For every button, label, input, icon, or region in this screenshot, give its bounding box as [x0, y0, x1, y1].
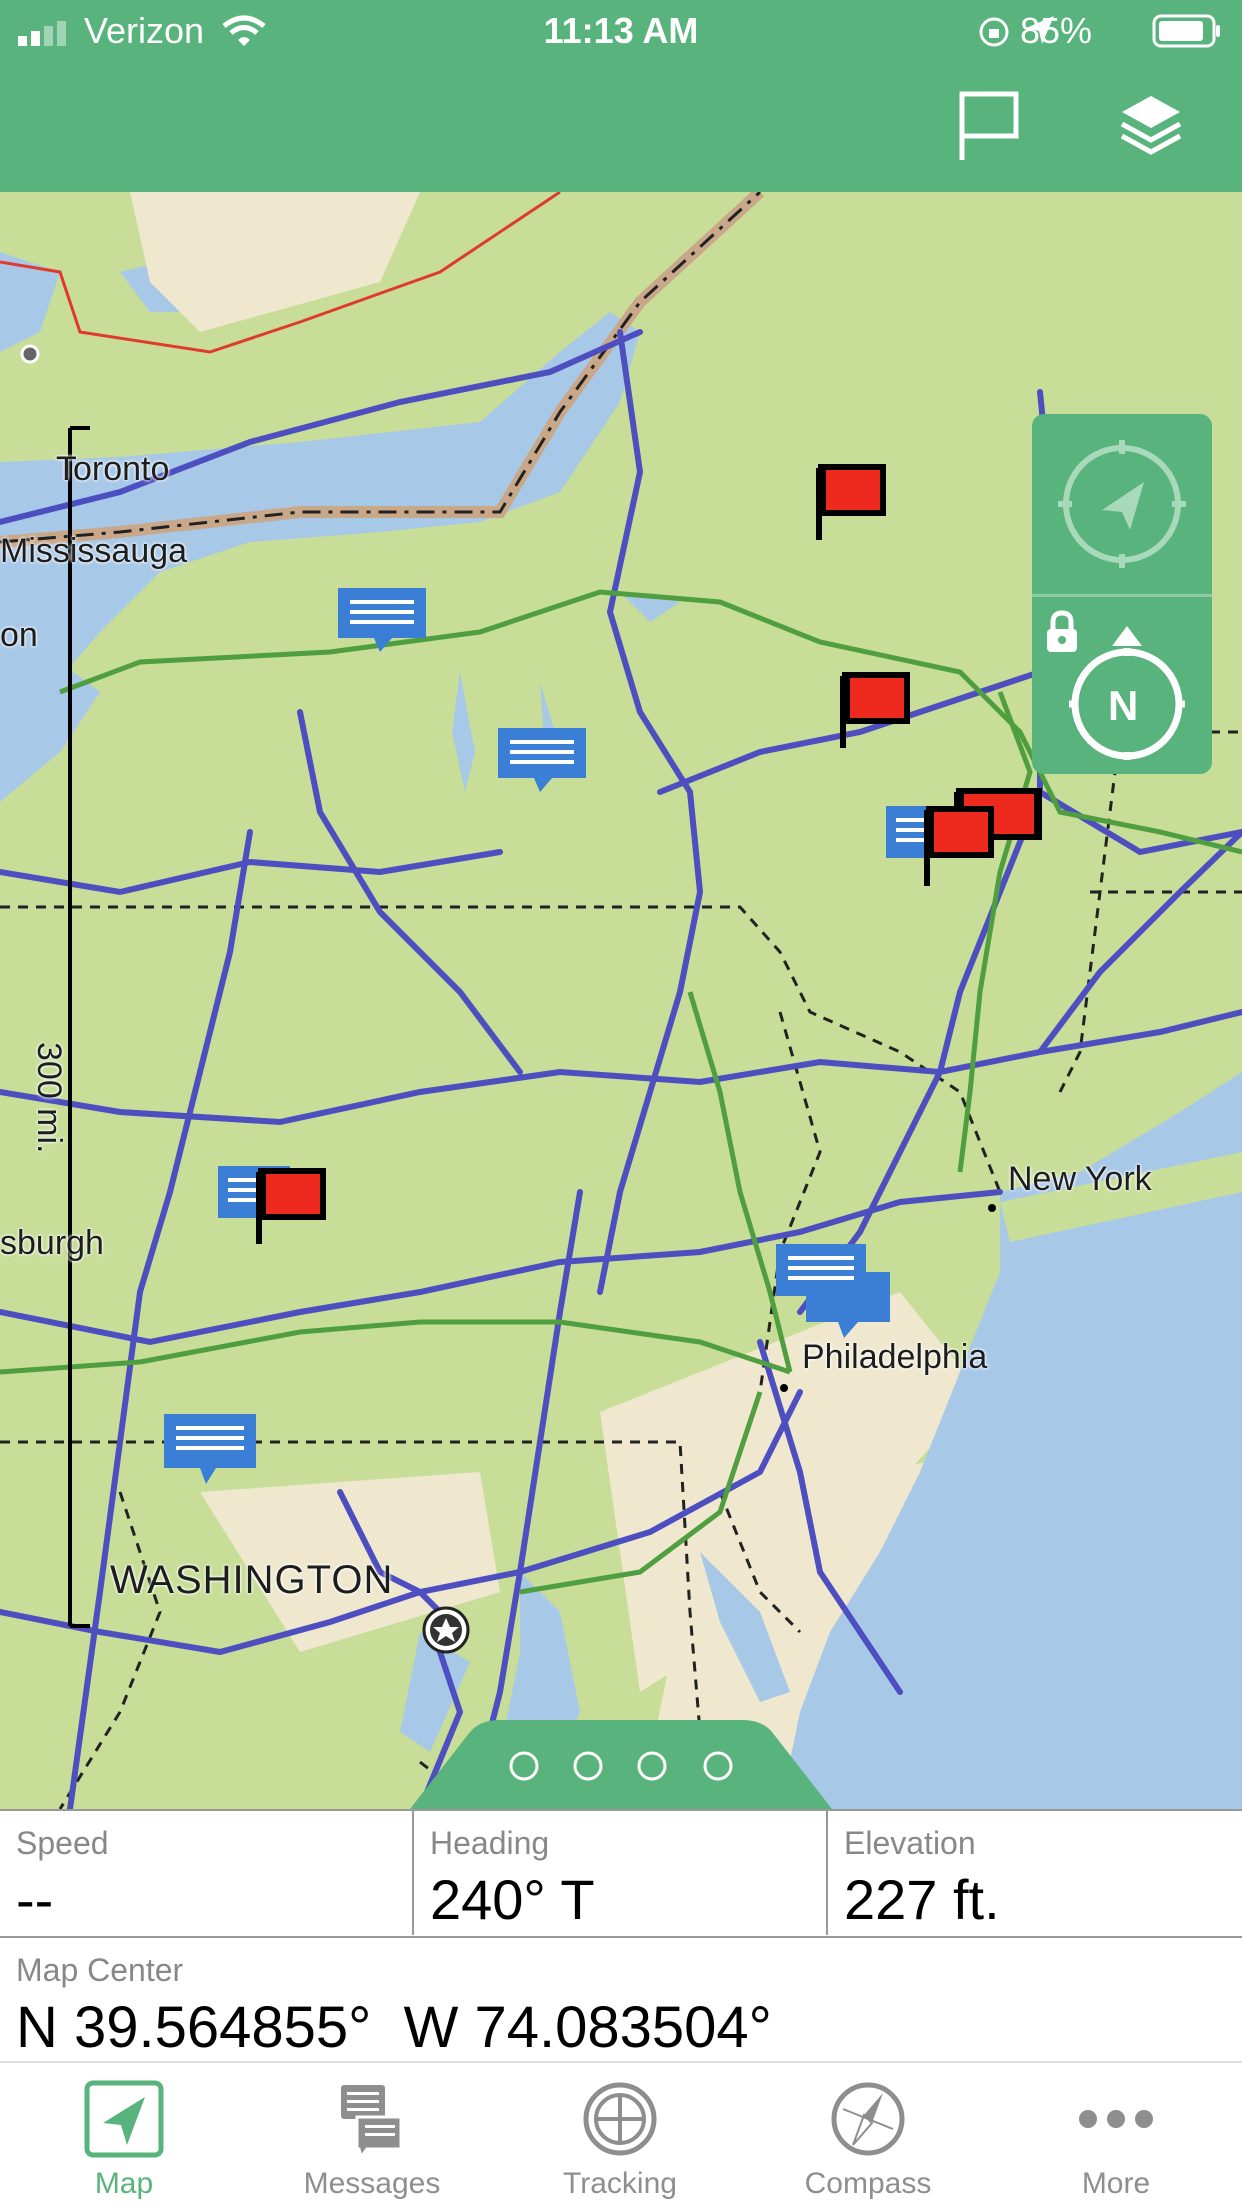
- philadelphia-dot: [780, 1384, 788, 1392]
- map-label-mississauga: Mississauga: [0, 532, 188, 570]
- control-divider: [1032, 594, 1212, 597]
- orientation-lock-icon: [979, 17, 1009, 47]
- tab-bar: Map Messages Tracking Compass More: [0, 2061, 1242, 2210]
- compass-icon: [831, 2082, 905, 2156]
- tab-more[interactable]: More: [992, 2063, 1242, 2210]
- app-bar: [0, 62, 1242, 192]
- tracking-icon: [583, 2082, 657, 2156]
- tab-messages[interactable]: Messages: [248, 2063, 496, 2210]
- status-bar: Verizon 11:13 AM 85%: [0, 0, 1242, 62]
- speed-cell: Speed --: [0, 1811, 414, 1935]
- tab-map-label: Map: [94, 2167, 154, 2200]
- map-center-row: Map Center N 39.564855° W 74.083504°: [0, 1936, 1242, 2064]
- toronto-dot: [20, 344, 40, 364]
- map-control-panel: N: [1032, 414, 1212, 774]
- map-view[interactable]: Toronto Mississauga on sburgh New York P…: [0, 192, 1242, 1809]
- scale-label: 300 mi.: [30, 1042, 68, 1154]
- map-label-on: on: [0, 616, 38, 654]
- page-tab: [410, 1720, 832, 1809]
- tab-compass-label: Compass: [804, 2167, 932, 2200]
- elevation-label: Elevation: [844, 1825, 976, 1861]
- tab-compass[interactable]: Compass: [744, 2063, 992, 2210]
- battery-icon: [1152, 14, 1220, 48]
- layers-button[interactable]: [1118, 92, 1184, 158]
- north-letter: N: [1108, 682, 1139, 729]
- map-center-value: N 39.564855° W 74.083504°: [16, 1995, 772, 2060]
- messages-icon: [341, 2085, 403, 2159]
- speed-label: Speed: [16, 1825, 109, 1861]
- elevation-cell: Elevation 227 ft.: [828, 1811, 1242, 1935]
- new-york-dot: [988, 1204, 996, 1212]
- map-center-label: Map Center: [16, 1952, 184, 1988]
- heading-label: Heading: [430, 1825, 550, 1861]
- info-panel: Speed -- Heading 240° T Elevation 227 ft…: [0, 1809, 1242, 2063]
- heading-value: 240° T: [430, 1868, 595, 1931]
- map-label-philadelphia: Philadelphia: [802, 1338, 988, 1376]
- map-label-washington: WASHINGTON: [110, 1558, 394, 1602]
- washington-capital-icon: [422, 1606, 470, 1654]
- tab-tracking-label: Tracking: [563, 2167, 677, 2200]
- map-label-toronto: Toronto: [56, 450, 170, 488]
- waypoint-flag-button[interactable]: [956, 90, 1022, 164]
- map-label-new-york: New York: [1008, 1160, 1152, 1198]
- navigation-arrow-icon: [84, 2080, 164, 2158]
- battery-percent: 85%: [1019, 10, 1092, 51]
- map-label-sburgh: sburgh: [0, 1224, 104, 1262]
- tab-map[interactable]: Map: [0, 2063, 248, 2210]
- speed-value: --: [16, 1868, 54, 1931]
- tab-messages-label: Messages: [303, 2167, 441, 2200]
- tab-more-label: More: [1081, 2167, 1151, 2200]
- more-dots-icon: [1079, 2110, 1153, 2128]
- recenter-location-button[interactable]: [1050, 432, 1194, 576]
- elevation-value: 227 ft.: [844, 1868, 1000, 1931]
- heading-cell: Heading 240° T: [414, 1811, 828, 1935]
- tab-tracking[interactable]: Tracking: [496, 2063, 744, 2210]
